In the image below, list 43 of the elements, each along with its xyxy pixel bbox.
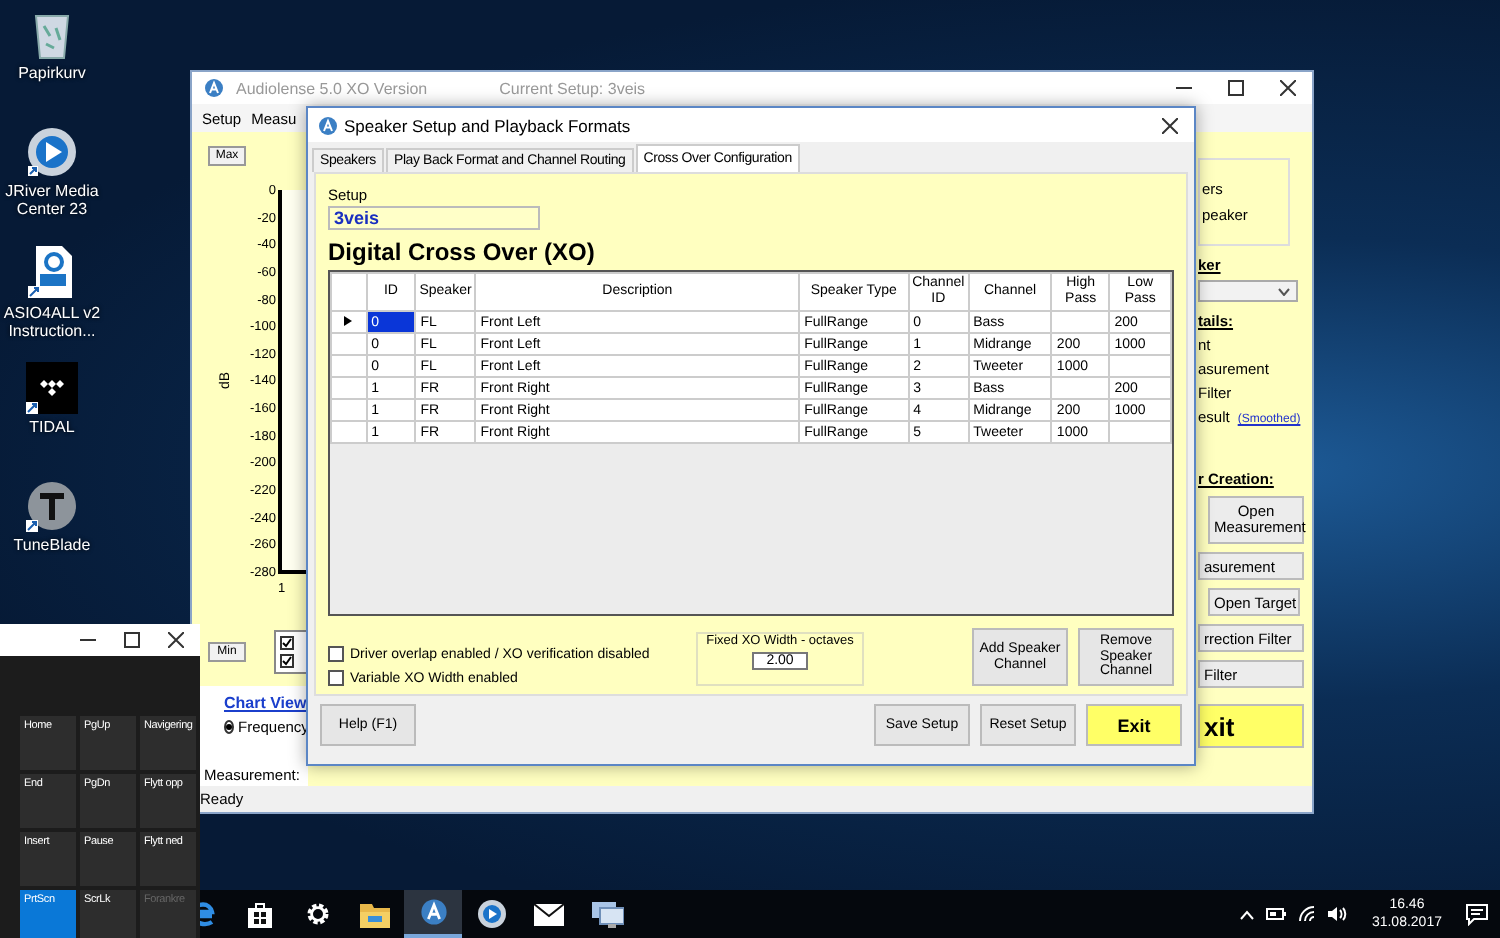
speaker-icon[interactable] <box>1327 906 1348 922</box>
close-icon[interactable] <box>168 632 184 648</box>
desktop-icon-label: TuneBlade <box>11 536 93 555</box>
desktop-icon-label: JRiver Media Center 23 <box>3 182 101 219</box>
notification-icon[interactable] <box>1466 903 1488 925</box>
close-icon[interactable] <box>1280 80 1296 96</box>
exit-button[interactable]: xit <box>1198 704 1304 748</box>
envelope-icon[interactable] <box>534 903 564 925</box>
app-logo-icon <box>204 78 224 98</box>
current-setup-label: Current Setup: 3veis <box>499 79 646 97</box>
app-logo-icon <box>419 898 447 926</box>
app-logo-icon <box>318 115 338 135</box>
play-disc-icon[interactable] <box>26 126 78 178</box>
wifi-icon[interactable] <box>1297 906 1316 922</box>
chevron-up-icon[interactable] <box>1239 909 1254 919</box>
maximize-icon[interactable] <box>1228 80 1244 96</box>
exit-button[interactable]: Exit <box>1086 704 1182 746</box>
battery-icon[interactable] <box>1265 908 1286 920</box>
dropdown[interactable] <box>1198 280 1298 302</box>
caret-icon <box>1278 287 1290 295</box>
play-disc-icon[interactable] <box>477 900 505 928</box>
close-icon[interactable] <box>1162 117 1178 133</box>
section-title: Chart View <box>224 694 308 712</box>
window-title: Audiolense 5.0 XO Version <box>236 79 428 97</box>
row-pointer-icon <box>344 315 353 325</box>
document-icon[interactable] <box>28 244 76 300</box>
checkbox[interactable] <box>280 636 294 650</box>
maximize-icon[interactable] <box>124 632 140 648</box>
desktop-icon-label: TIDAL <box>27 418 77 437</box>
checkbox[interactable] <box>328 646 344 662</box>
settings-icon[interactable] <box>303 900 331 928</box>
dialog-title: Speaker Setup and Playback Formats <box>344 115 631 135</box>
letter-t-icon[interactable] <box>26 480 78 532</box>
section-heading: Digital Cross Over (XO) <box>328 238 597 266</box>
dots-tile-icon[interactable] <box>26 362 78 414</box>
desktop-icon-label: Papirkurv <box>16 64 88 83</box>
desktop-icon-label: ASIO4ALL v2 Instruction... <box>1 304 103 341</box>
setup-name-field[interactable]: 3veis <box>328 206 540 230</box>
monitor-icon[interactable] <box>591 901 623 927</box>
shopping-bag-icon[interactable] <box>245 900 273 928</box>
checkbox[interactable] <box>328 670 344 686</box>
folder-icon[interactable] <box>360 901 390 927</box>
checkbox[interactable] <box>280 654 294 668</box>
